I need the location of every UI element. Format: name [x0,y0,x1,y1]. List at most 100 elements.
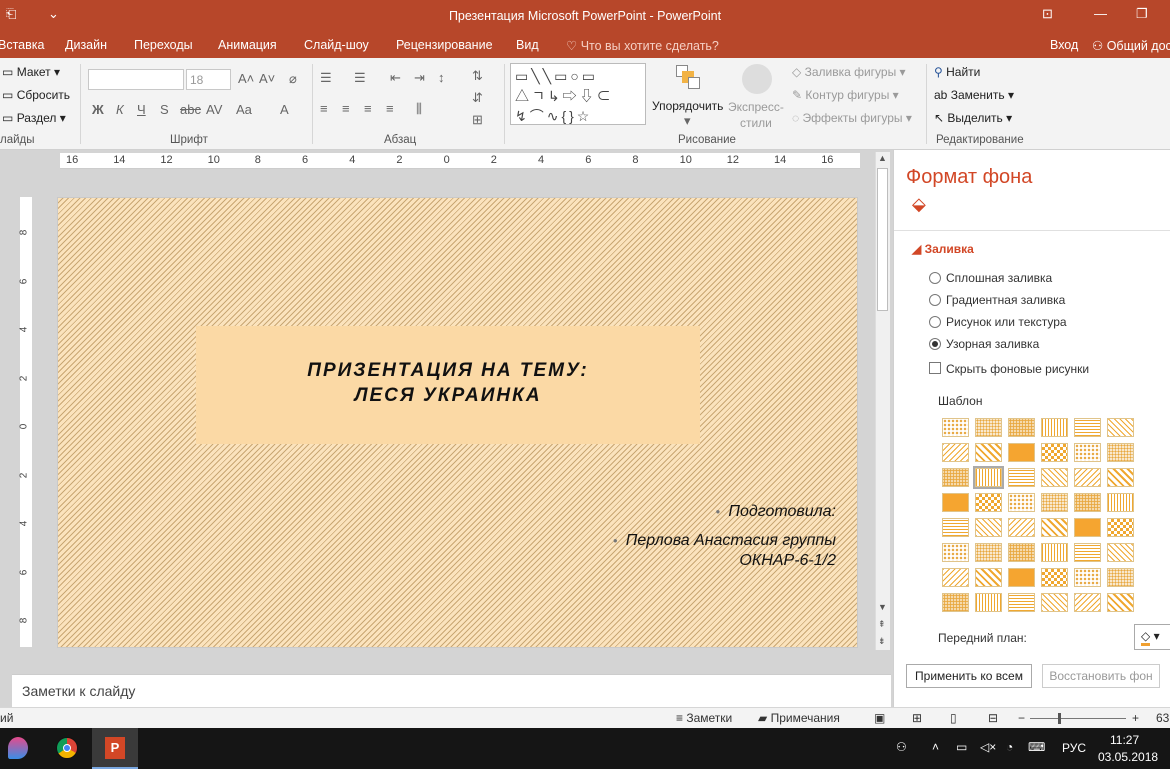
shrink-font-icon[interactable]: A˅ [259,71,275,86]
foreground-color-button[interactable]: ◇ ▾ [1134,624,1170,650]
slideshow-view-icon[interactable]: ⊟ [988,711,998,725]
subtitle-line2[interactable]: ● Перлова Анастасия группы [596,532,836,550]
font-name-field[interactable] [88,69,184,90]
pattern-swatch[interactable] [1107,593,1134,612]
shape-effects-button[interactable]: ◌ Эффекты фигуры ▾ [792,111,912,125]
smartart-icon[interactable]: ⊞ [472,112,483,128]
clock-time[interactable]: 11:27 [1110,733,1139,747]
increase-indent-icon[interactable]: ⇥ [414,70,425,86]
shadow-icon[interactable]: S [160,102,169,117]
align-right-icon[interactable]: ≡ [364,101,372,116]
prev-slide-icon[interactable]: ⇞ [878,619,886,630]
bold-icon[interactable]: Ж [92,102,104,117]
tell-me-input[interactable]: ♡ Что вы хотите сделать? [566,38,719,53]
zoom-out-icon[interactable]: − [1018,711,1025,725]
pattern-swatch[interactable] [1107,518,1134,537]
tab-review[interactable]: Рецензирование [396,38,493,52]
powerpoint-taskbar-button[interactable]: P [92,728,138,769]
zoom-in-icon[interactable]: + [1132,711,1139,725]
replace-button[interactable]: ab Заменить ▾ [934,88,1014,102]
decrease-indent-icon[interactable]: ⇤ [390,70,401,86]
pattern-swatch[interactable] [1074,468,1101,487]
next-slide-icon[interactable]: ⇟ [878,636,886,647]
pattern-swatch[interactable] [942,468,969,487]
pattern-swatch[interactable] [1041,443,1068,462]
shape-fill-button[interactable]: ◇ Заливка фигуры ▾ [792,65,906,79]
spacing-icon[interactable]: AV [206,102,222,117]
columns-icon[interactable]: ⫼ [416,101,422,117]
pattern-swatch[interactable] [1107,443,1134,462]
sign-in-link[interactable]: Вход [1050,38,1078,52]
arrange-button[interactable]: Упорядочить [652,99,723,113]
bullets-icon[interactable]: ☰ [320,70,332,86]
quick-styles-button[interactable]: Экспресс- стили [728,99,784,131]
zoom-slider[interactable] [1030,718,1126,719]
find-button[interactable]: ⚲ Найти [934,65,980,79]
tab-slideshow[interactable]: Слайд-шоу [304,38,369,52]
font-size-field[interactable]: 18 [186,69,231,90]
layout-button[interactable]: ▭ Макет ▾ [2,65,60,79]
sorter-view-icon[interactable]: ⊞ [912,711,922,725]
pattern-swatch[interactable] [975,593,1002,612]
zoom-slider-thumb[interactable] [1058,713,1061,724]
pattern-swatch[interactable] [942,568,969,587]
notes-pane[interactable]: Заметки к слайду [12,674,891,707]
font-color-icon[interactable]: A [280,102,289,117]
pattern-swatch[interactable] [1008,593,1035,612]
scrollbar-thumb[interactable] [877,168,888,311]
pattern-swatch[interactable] [1074,443,1101,462]
pattern-swatch[interactable] [1008,418,1035,437]
line-spacing-icon[interactable]: ↕ [438,70,445,85]
ribbon-options-icon[interactable]: ⊡ [1042,6,1053,22]
comments-toggle[interactable]: ▰ Примечания [758,711,840,725]
pattern-swatch[interactable] [1041,468,1068,487]
scroll-down-icon[interactable]: ▼ [878,602,887,612]
pattern-swatch[interactable] [1008,543,1035,562]
hide-bg-checkbox[interactable] [929,362,941,374]
pattern-swatch[interactable] [1107,418,1134,437]
underline-icon[interactable]: Ч [137,102,146,117]
fill-section-header[interactable]: ◢ Заливка [912,242,974,256]
pattern-swatch[interactable] [1008,518,1035,537]
share-button[interactable]: ⚇ Общий дос [1092,38,1170,53]
tab-insert[interactable]: Вставка [0,38,44,52]
subtitle-line1[interactable]: ● Подготовила: [700,503,836,521]
pattern-swatch[interactable] [1107,468,1134,487]
pattern-swatch[interactable] [942,443,969,462]
pattern-swatch[interactable] [975,418,1002,437]
grow-font-icon[interactable]: A˄ [238,71,254,86]
apply-to-all-button[interactable]: Применить ко всем [906,664,1032,688]
tab-view[interactable]: Вид [516,38,539,52]
pattern-swatch[interactable] [1074,493,1101,512]
clear-format-icon[interactable]: ⌀ [289,71,297,87]
section-button[interactable]: ▭ Раздел ▾ [2,111,66,125]
justify-icon[interactable]: ≡ [386,101,394,116]
paint-bucket-icon[interactable]: ⬙ [912,194,926,215]
align-center-icon[interactable]: ≡ [342,101,350,116]
pattern-swatch[interactable] [1107,493,1134,512]
align-text-icon[interactable]: ⇵ [472,90,483,106]
pattern-swatch[interactable] [1074,418,1101,437]
notes-toggle[interactable]: ≡ Заметки [676,711,732,725]
clock-date[interactable]: 03.05.2018 [1098,750,1158,764]
shapes-gallery[interactable]: ▭╲╲▭○▭ △ㄱ↳⇨⇩⊂ ↯⌒∿{}☆ [510,63,646,125]
pattern-swatch[interactable] [1041,568,1068,587]
pattern-swatch[interactable] [942,593,969,612]
reset-button[interactable]: ▭ Сбросить [2,88,70,102]
pattern-swatch[interactable] [1074,593,1101,612]
zoom-level[interactable]: 63 [1156,711,1169,725]
text-direction-icon[interactable]: ⇅ [472,68,483,84]
pattern-swatch[interactable] [942,418,969,437]
pattern-swatch[interactable] [975,543,1002,562]
case-icon[interactable]: Aa [236,102,252,117]
pattern-swatch[interactable] [1008,468,1035,487]
pattern-swatch[interactable] [942,518,969,537]
numbering-icon[interactable]: ☰ [354,70,366,86]
radio-solid-fill[interactable] [929,272,941,284]
pattern-swatch[interactable] [942,493,969,512]
pattern-swatch[interactable] [942,543,969,562]
pattern-swatch[interactable] [975,443,1002,462]
minimize-icon[interactable]: — [1094,6,1107,21]
pattern-swatch[interactable] [1041,543,1068,562]
pattern-swatch[interactable] [975,518,1002,537]
